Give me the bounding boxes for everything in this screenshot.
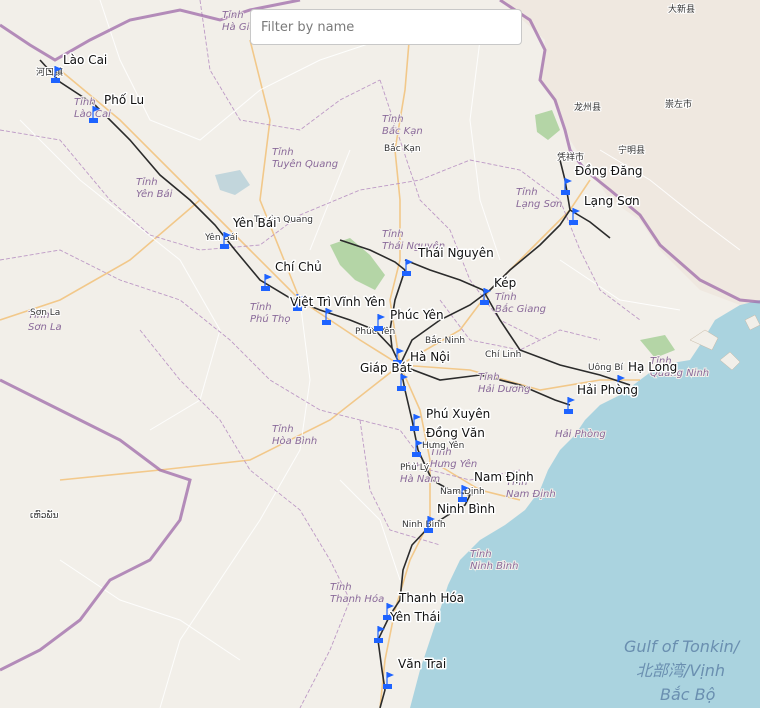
station-base <box>51 78 60 83</box>
flag-icon <box>378 314 385 320</box>
town-label: Sơn La <box>30 308 60 318</box>
region-label: Tỉnh Hải Dương <box>478 371 530 395</box>
town-label: ເຫົວພັນ <box>30 510 59 521</box>
region-label: Hải Phòng <box>555 428 606 440</box>
station-base <box>220 244 229 249</box>
town-label: Bắc Ninh <box>425 335 465 346</box>
station-base <box>374 638 383 643</box>
town-label: Hưng Yên <box>422 440 464 451</box>
flag-icon <box>397 348 404 354</box>
flag-icon <box>565 178 572 184</box>
station-label: Phú Xuyên <box>426 407 490 421</box>
station-base <box>89 118 98 123</box>
station-base <box>383 684 392 689</box>
station-marker[interactable]: Việt Trì <box>289 294 333 311</box>
flag-icon <box>265 274 272 280</box>
station-label: Hải Phòng <box>577 383 638 397</box>
station-base <box>561 190 570 195</box>
station-label: Thái Nguyên <box>417 246 494 260</box>
station-label: Đồng Văn <box>426 426 485 440</box>
station-label: Giáp Bát <box>360 361 412 375</box>
station-base <box>412 452 421 457</box>
station-label: Phúc Yên <box>390 308 444 322</box>
station-label: Ninh Bình <box>437 502 495 516</box>
flag-icon <box>387 603 394 609</box>
station-base <box>374 326 383 331</box>
station-base <box>322 320 331 325</box>
region-label: Tỉnh Phú Thọ <box>250 301 290 325</box>
station-label: Hà Nội <box>410 350 450 364</box>
station-label: Chí Chủ <box>275 260 322 274</box>
region-label: Tỉnh Tuyên Quang <box>272 146 338 170</box>
flag-icon <box>568 397 575 403</box>
station-label: Hạ Long <box>628 360 677 374</box>
flag-icon <box>414 414 421 420</box>
station-label: Lạng Sơn <box>584 194 640 208</box>
sea-label-line3: Bắc Bộ <box>660 685 716 704</box>
town-label: 宁明县 <box>618 144 645 156</box>
region-label: Tỉnh Bắc Giang <box>495 291 546 315</box>
town-label: 大新县 <box>668 3 695 15</box>
station-label: Lào Cai <box>63 53 107 67</box>
station-label: Kép <box>494 276 516 290</box>
station-base <box>397 386 406 391</box>
region-label: Tỉnh Thanh Hóa <box>330 581 384 605</box>
station-label: Việt Trì <box>290 295 331 309</box>
station-marker[interactable]: Phố Lu <box>89 92 146 123</box>
town-label: 崇左市 <box>665 98 692 110</box>
station-base <box>261 286 270 291</box>
forest-area <box>215 170 250 195</box>
town-label: Uông Bí <box>588 362 624 373</box>
forest-area <box>640 335 675 358</box>
region-label: Tỉnh Bắc Kạn <box>382 113 423 137</box>
station-base <box>410 426 419 431</box>
filter-by-name-input[interactable] <box>250 9 522 45</box>
forest-area <box>535 110 560 140</box>
map-view[interactable]: Tỉnh Hà Giang Tỉnh Lào Cai Tỉnh Tuyên Quang Tỉ… <box>0 0 760 708</box>
flag-icon <box>406 259 413 265</box>
station-label: Văn Trai <box>398 657 446 671</box>
sea-label-line2: 北部湾/Vịnh <box>636 661 725 680</box>
station-label: Thanh Hóa <box>398 591 464 605</box>
station-base <box>564 409 573 414</box>
station-label: Nam Định <box>474 470 534 484</box>
sea-label-line1: Gulf of Tonkin/ <box>624 637 741 656</box>
map-canvas[interactable]: Tỉnh Hà GiangTỉnh Lào CaiTỉnh Tuyên QuangTỉ… <box>0 0 760 708</box>
town-label: 凭祥市 <box>557 151 584 163</box>
station-base <box>424 528 433 533</box>
region-label: Tỉnh Lạng Sơn <box>516 186 562 210</box>
station-label: Yên Bái <box>232 216 276 230</box>
station-base <box>402 271 411 276</box>
town-label: Yên Bái <box>204 232 238 243</box>
station-base <box>480 300 489 305</box>
town-label: Ninh Bình <box>402 520 446 530</box>
station-label: Phố Lu <box>104 93 144 107</box>
town-label: Phủ Lý <box>400 462 430 473</box>
flag-icon <box>387 672 394 678</box>
station-base <box>569 220 578 225</box>
region-label: Tỉnh Hòa Bình <box>272 423 317 447</box>
town-label: Chí Linh <box>485 350 521 360</box>
town-label: 龙州县 <box>574 101 601 113</box>
station-label: Vĩnh Yên <box>334 295 385 309</box>
station-label: Đồng Đăng <box>575 164 643 178</box>
station-label: Yên Thái <box>389 610 440 624</box>
town-label: Bắc Kạn <box>384 143 421 154</box>
region-label: Tỉnh Yên Bái <box>136 176 173 200</box>
